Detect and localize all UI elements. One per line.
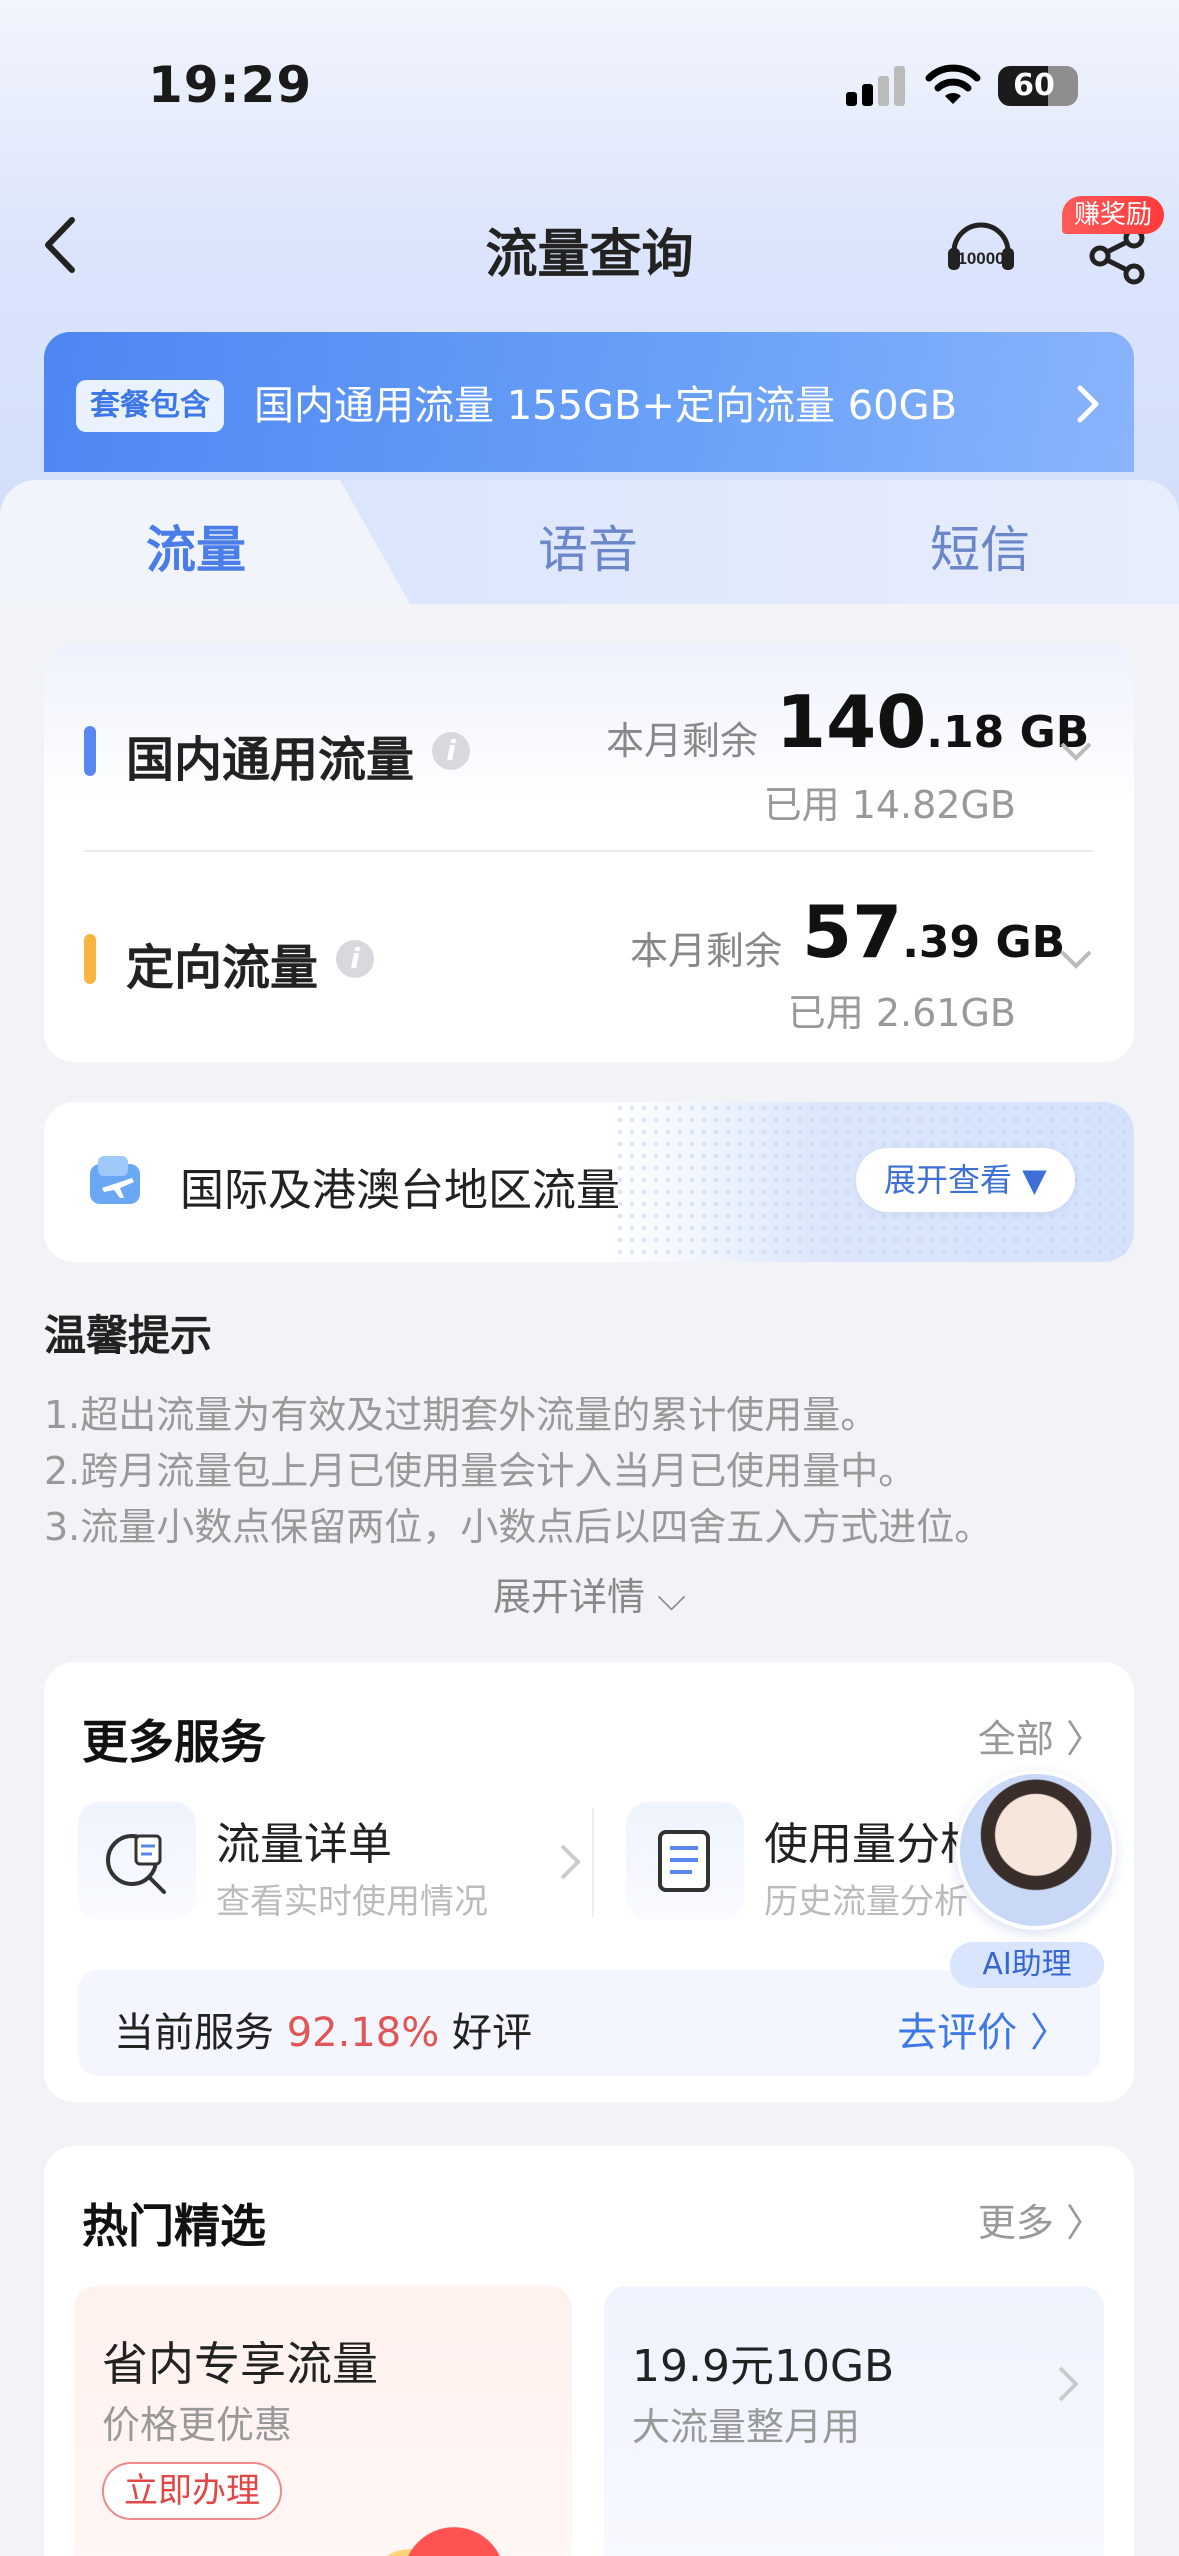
hot-item-data-pack[interactable]: 19.9元10GB 大流量整月用 <box>604 2286 1104 2556</box>
chevron-down-icon <box>1060 950 1092 969</box>
wifi-icon <box>925 64 981 104</box>
more-services-title: 更多服务 <box>82 1715 266 1769</box>
hot-picks-title: 热门精选 <box>82 2199 266 2253</box>
all-services-link[interactable]: 全部 〉 <box>978 1708 1104 1763</box>
tips-title: 温馨提示 <box>44 1311 213 1360</box>
targeted-remain-value: 57.39 GB <box>802 890 1066 974</box>
expand-details-button[interactable]: 展开详情 ⌵ <box>0 1566 1179 1621</box>
ai-assistant-avatar <box>956 1770 1116 1930</box>
customer-service-icon[interactable]: 10000 <box>944 212 1018 286</box>
general-data-indicator <box>84 726 96 776</box>
tab-sms[interactable]: 短信 <box>930 510 1030 582</box>
battery-icon: 60 <box>998 66 1078 106</box>
info-icon[interactable]: i <box>432 732 470 770</box>
chevron-right-icon <box>1077 385 1099 423</box>
service-number: 10000 <box>957 249 1004 268</box>
apply-now-button[interactable]: 立即办理 <box>102 2462 282 2520</box>
targeted-data-label: 定向流量 <box>126 940 319 996</box>
general-remain-value: 140.18 GB <box>776 680 1090 764</box>
tip-line-2: 2.跨月流量包上月已使用量会计入当月已使用量中。 <box>44 1449 917 1493</box>
document-icon <box>658 1830 710 1892</box>
battery-level: 60 <box>1013 68 1055 103</box>
general-remain-label: 本月剩余 <box>606 719 759 763</box>
ai-assistant-button[interactable]: AI助理 <box>950 1770 1120 1990</box>
data-usage-card: 国内通用流量 i 本月剩余 140.18 GB 已用 14.82GB 定向流量 … <box>44 642 1134 1062</box>
tab-data[interactable]: 流量 <box>146 510 246 582</box>
info-icon[interactable]: i <box>336 940 374 978</box>
status-time: 19:29 <box>148 56 313 114</box>
chevron-right-icon <box>560 1844 581 1880</box>
data-detail-icon-box <box>78 1802 196 1920</box>
rate-button[interactable]: 去评价 〉 <box>897 2000 1070 2058</box>
hot-item-title: 19.9元10GB <box>632 2341 895 2392</box>
usage-analysis-subtitle: 历史流量分析 <box>764 1882 968 1922</box>
tab-bar: 流量 语音 短信 <box>0 480 1179 604</box>
package-banner[interactable]: 套餐包含 国内通用流量 155GB+定向流量 60GB <box>44 332 1134 472</box>
general-used: 已用 14.82GB <box>763 783 1016 827</box>
hot-item-title: 省内专享流量 <box>102 2337 378 2391</box>
data-detail-item[interactable]: 流量详单 查看实时使用情况 <box>78 1802 581 1932</box>
targeted-remain-label: 本月剩余 <box>630 929 783 973</box>
rating-percent: 92.18% <box>286 2010 440 2056</box>
package-tag: 套餐包含 <box>76 380 224 432</box>
hot-item-subtitle: 价格更优惠 <box>102 2403 293 2447</box>
data-detail-subtitle: 查看实时使用情况 <box>216 1882 488 1922</box>
reward-badge[interactable]: 赚奖励 <box>1062 196 1165 234</box>
rating-text: 当前服务 92.18% 好评 <box>114 2010 532 2056</box>
international-data-label: 国际及港澳台地区流量 <box>180 1165 620 1216</box>
targeted-used: 已用 2.61GB <box>787 991 1016 1035</box>
data-detail-title: 流量详单 <box>216 1819 392 1870</box>
hot-item-provincial-data[interactable]: 省内专享流量 价格更优惠 立即办理 <box>74 2286 572 2556</box>
more-link[interactable]: 更多 〉 <box>978 2192 1104 2247</box>
package-summary: 国内通用流量 155GB+定向流量 60GB <box>254 383 958 429</box>
chevron-down-icon <box>1060 742 1092 761</box>
tip-line-1: 1.超出流量为有效及过期套外流量的累计使用量。 <box>44 1393 879 1437</box>
chevron-right-icon <box>1058 2366 1079 2402</box>
service-rating-bar: 当前服务 92.18% 好评 去评价 〉 <box>78 1970 1100 2076</box>
search-document-icon <box>106 1834 166 1894</box>
general-data-label: 国内通用流量 <box>126 732 415 788</box>
tip-line-3: 3.流量小数点保留两位，小数点后以四舍五入方式进位。 <box>44 1505 993 1549</box>
hot-picks-card: 热门精选 更多 〉 省内专享流量 价格更优惠 立即办理 19.9元10GB 大流… <box>44 2146 1134 2556</box>
targeted-data-row[interactable]: 定向流量 i 本月剩余 57.39 GB 已用 2.61GB <box>44 852 1134 1062</box>
gift-icon <box>364 2512 514 2556</box>
ai-assistant-label: AI助理 <box>950 1942 1104 1988</box>
hot-item-subtitle: 大流量整月用 <box>632 2405 861 2449</box>
usage-analysis-icon-box <box>626 1802 744 1920</box>
divider <box>592 1808 594 1918</box>
international-data-card[interactable]: 国际及港澳台地区流量 展开查看 ▼ <box>44 1102 1134 1262</box>
tab-voice[interactable]: 语音 <box>538 510 638 582</box>
targeted-data-indicator <box>84 934 96 984</box>
usage-analysis-item[interactable]: 使用量分析 历史流量分析 <box>626 1802 1006 1932</box>
general-data-row[interactable]: 国内通用流量 i 本月剩余 140.18 GB 已用 14.82GB <box>44 642 1134 852</box>
expand-view-button[interactable]: 展开查看 ▼ <box>856 1148 1075 1212</box>
airplane-icon <box>90 1156 140 1204</box>
cellular-signal-icon <box>846 66 908 106</box>
